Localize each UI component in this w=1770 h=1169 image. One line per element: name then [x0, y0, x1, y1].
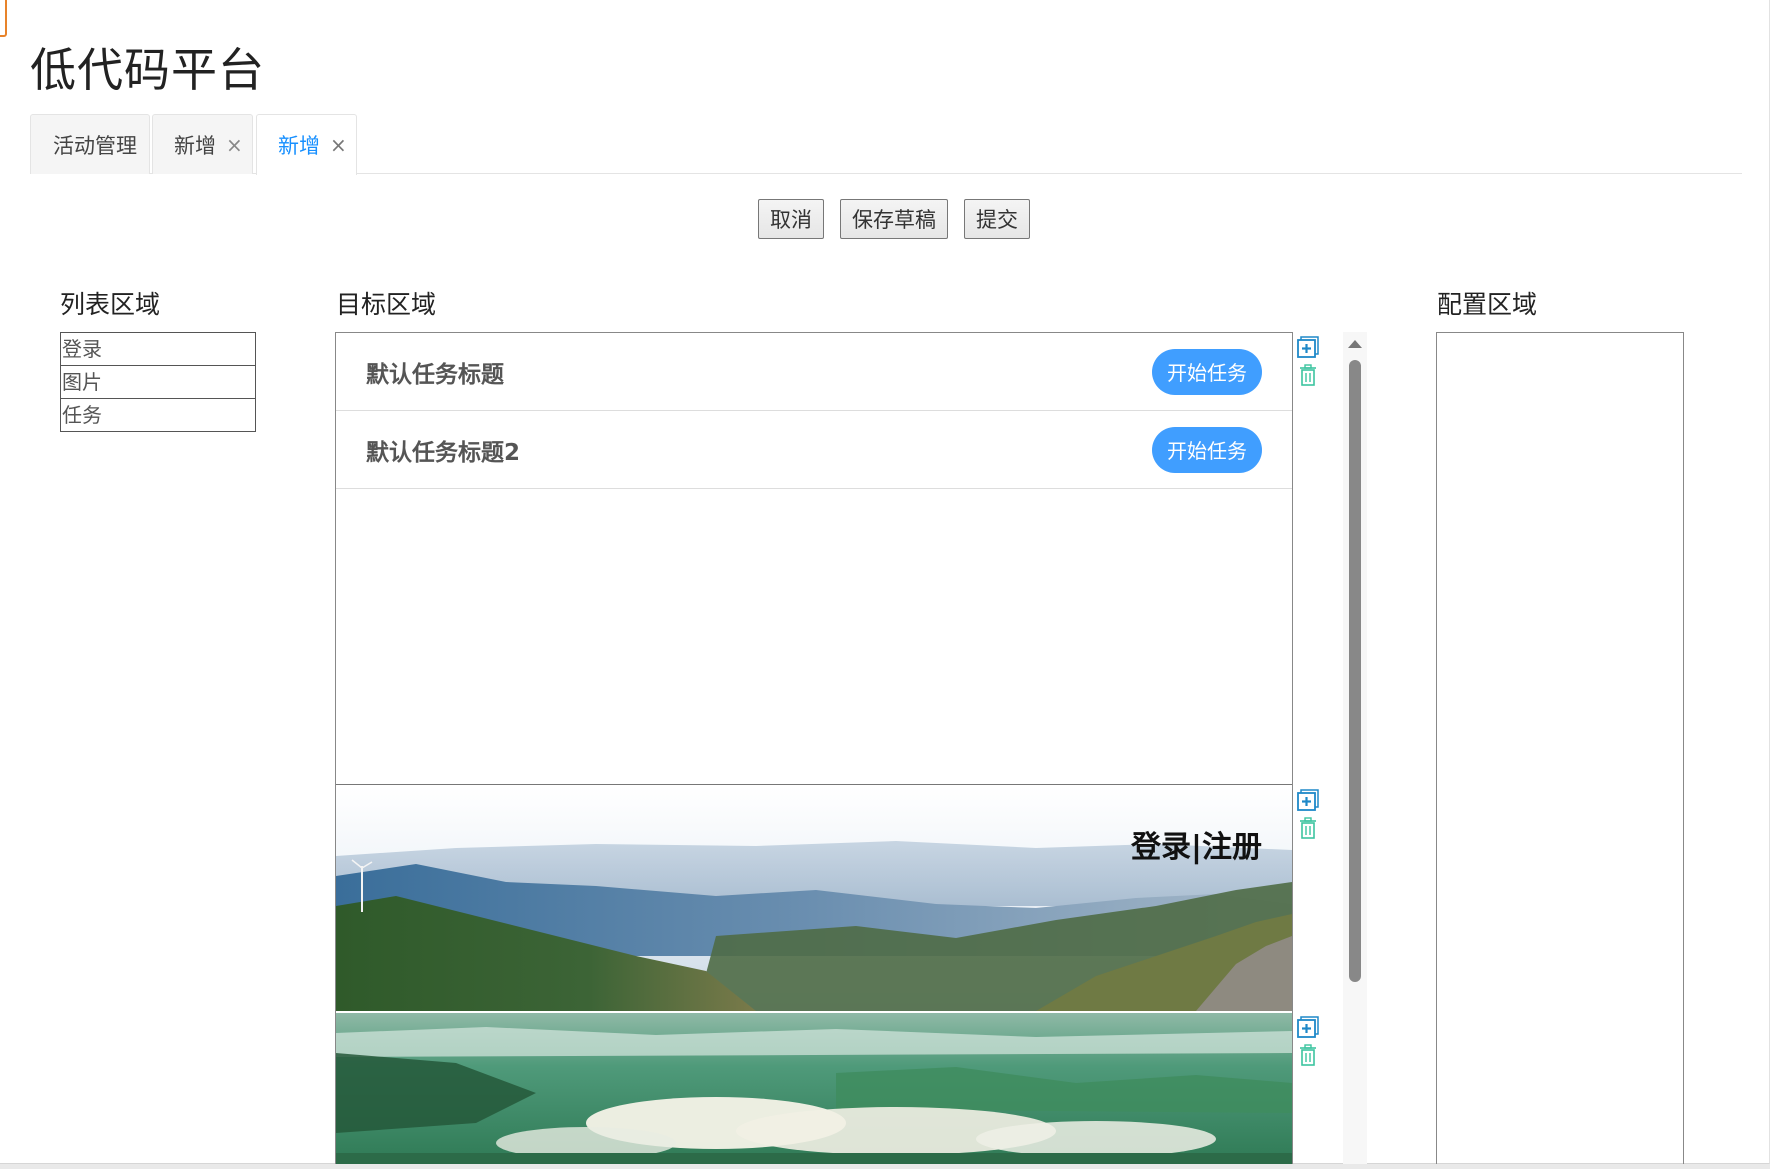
save-draft-button[interactable]: 保存草稿	[840, 199, 948, 239]
component-item-task[interactable]: 任务	[60, 398, 256, 432]
scroll-up-arrow-icon[interactable]	[1348, 340, 1362, 348]
component-list: 登录 图片 任务	[60, 332, 256, 432]
green-hills-image	[336, 1013, 1292, 1164]
add-square-icon[interactable]	[1297, 789, 1319, 811]
mountain-landscape-image	[336, 786, 1292, 1011]
config-area-title: 配置区域	[1437, 290, 1538, 319]
trash-icon[interactable]	[1298, 817, 1318, 839]
tab-activity-management[interactable]: 活动管理	[30, 114, 150, 174]
config-panel	[1436, 332, 1684, 1164]
task-row: 默认任务标题 开始任务	[336, 333, 1292, 411]
component-item-image[interactable]: 图片	[60, 365, 256, 399]
add-square-icon[interactable]	[1297, 1016, 1319, 1038]
add-square-icon[interactable]	[1297, 336, 1319, 358]
trash-icon[interactable]	[1298, 364, 1318, 386]
page: 低代码平台 活动管理 新增 × 新增 × 取消 保存草稿 提交 列表区域 目标区…	[0, 0, 1770, 1164]
toolbar: 取消 保存草稿 提交	[758, 199, 1030, 239]
start-task-button[interactable]: 开始任务	[1152, 426, 1262, 473]
login-register-link[interactable]: 登录|注册	[1131, 822, 1262, 866]
window-corner-marker	[0, 0, 7, 37]
task-title: 默认任务标题	[366, 361, 504, 388]
app-title: 低代码平台	[30, 43, 265, 97]
close-icon[interactable]: ×	[330, 133, 347, 157]
target-area-scroll-container: 默认任务标题 开始任务 默认任务标题2 开始任务 登录|注册	[335, 332, 1367, 1164]
task-row: 默认任务标题2 开始任务	[336, 411, 1292, 489]
task-component[interactable]: 默认任务标题 开始任务 默认任务标题2 开始任务	[336, 333, 1292, 785]
tab-label: 新增	[174, 133, 216, 158]
tab-label: 新增	[278, 134, 320, 158]
login-banner-component[interactable]: 登录|注册	[336, 786, 1292, 1011]
submit-button[interactable]: 提交	[964, 199, 1030, 239]
tab-bar: 活动管理 新增 × 新增 ×	[30, 114, 1742, 175]
task-title: 默认任务标题2	[366, 439, 521, 466]
list-area-title: 列表区域	[60, 290, 161, 319]
trash-icon[interactable]	[1298, 1044, 1318, 1066]
close-icon[interactable]: ×	[226, 133, 243, 157]
task-component-controls	[1291, 332, 1319, 388]
component-item-login[interactable]: 登录	[60, 332, 256, 366]
target-area-title: 目标区域	[336, 290, 437, 319]
cancel-button[interactable]: 取消	[758, 199, 824, 239]
start-task-button[interactable]: 开始任务	[1152, 348, 1262, 395]
image-component-controls	[1291, 1012, 1319, 1068]
vertical-scrollbar[interactable]	[1343, 332, 1367, 1164]
tab-label: 活动管理	[53, 133, 137, 158]
login-banner-controls	[1291, 785, 1319, 841]
image-component[interactable]	[336, 1013, 1292, 1164]
tab-new-1[interactable]: 新增 ×	[152, 114, 253, 174]
tab-new-2[interactable]: 新增 ×	[256, 114, 357, 175]
scrollbar-thumb[interactable]	[1349, 360, 1361, 982]
target-canvas: 默认任务标题 开始任务 默认任务标题2 开始任务 登录|注册	[335, 332, 1293, 1164]
